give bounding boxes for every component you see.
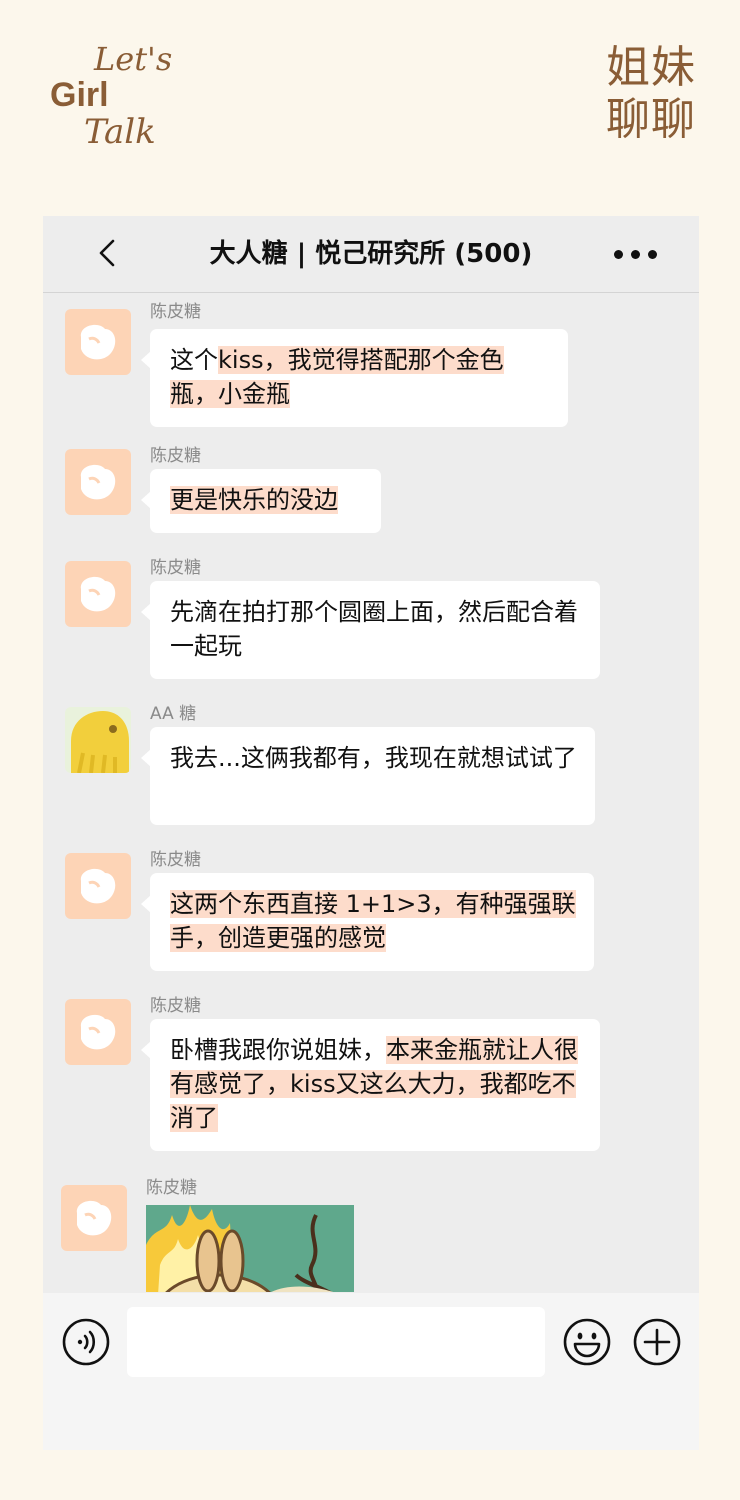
logo-line-talk: Talk — [84, 112, 156, 152]
message-text-highlight: 更是快乐的没边 — [170, 486, 338, 514]
avatar[interactable] — [61, 1185, 127, 1251]
sender-name: 陈皮糖 — [150, 558, 201, 578]
candy-avatar-icon — [80, 464, 116, 500]
more-button[interactable] — [607, 240, 663, 268]
message-input[interactable] — [127, 1307, 545, 1377]
candy-avatar-icon — [76, 1200, 112, 1236]
voice-button[interactable] — [61, 1317, 111, 1367]
chat-navbar: 大人糖 | 悦己研究所 (500) — [43, 216, 699, 293]
avatar[interactable] — [65, 707, 131, 773]
chat-screenshot: 大人糖 | 悦己研究所 (500) 陈皮糖 这个kiss，我觉得搭配那个金色瓶，… — [43, 216, 699, 1450]
message-bubble[interactable]: 更是快乐的没边 — [141, 469, 381, 533]
chevron-left-icon — [99, 239, 115, 267]
message-text: 我去...这俩我都有，我现在就想试试了 — [170, 744, 577, 772]
candy-avatar-icon — [80, 1014, 116, 1050]
sender-name: 陈皮糖 — [146, 1178, 197, 1198]
avatar[interactable] — [65, 999, 131, 1065]
more-dot — [630, 249, 640, 259]
sender-name: 陈皮糖 — [150, 850, 201, 870]
message-text: 先滴在拍打那个圆圈上面，然后配合着一起玩 — [170, 598, 578, 660]
more-dot — [613, 249, 623, 259]
candy-avatar-icon — [80, 868, 116, 904]
more-dot — [647, 249, 657, 259]
message-bubble[interactable]: 我去...这俩我都有，我现在就想试试了 — [141, 727, 595, 825]
message-text-highlight: kiss，我觉得搭配那个金色瓶，小金瓶 — [170, 346, 504, 408]
message-bubble[interactable]: 卧槽我跟你说姐妹，本来金瓶就让人很有感觉了，kiss又这么大力，我都吃不消了 — [141, 1019, 600, 1151]
emoji-icon — [563, 1318, 611, 1366]
section-title-line1: 姐妹 — [606, 42, 696, 93]
octopus-avatar-icon — [71, 711, 129, 773]
avatar[interactable] — [65, 561, 131, 627]
back-button[interactable] — [91, 236, 125, 270]
plus-button[interactable] — [632, 1317, 682, 1367]
sticker-image[interactable] — [146, 1205, 354, 1292]
sender-name: 陈皮糖 — [150, 446, 201, 466]
logo-line-lets: Let's — [94, 40, 173, 78]
message-bubble[interactable]: 这个kiss，我觉得搭配那个金色瓶，小金瓶 — [141, 329, 568, 427]
sender-name: 陈皮糖 — [150, 302, 201, 322]
voice-icon — [62, 1318, 110, 1366]
sender-name: AA 糖 — [150, 704, 197, 724]
chat-title: 大人糖 | 悦己研究所 (500) — [209, 239, 533, 269]
message-text: 卧槽我跟你说姐妹， — [170, 1036, 386, 1064]
emoji-button[interactable] — [562, 1317, 612, 1367]
message-bubble[interactable]: 先滴在拍打那个圆圈上面，然后配合着一起玩 — [141, 581, 600, 679]
lets-girl-talk-logo: Let's Girl Talk — [50, 40, 180, 160]
message-list[interactable]: 陈皮糖 这个kiss，我觉得搭配那个金色瓶，小金瓶 陈皮糖 更是快乐的没边 陈皮… — [43, 293, 699, 1292]
logo-line-girl: Girl — [50, 76, 109, 114]
avatar[interactable] — [65, 309, 131, 375]
sender-name: 陈皮糖 — [150, 996, 201, 1016]
avatar[interactable] — [65, 449, 131, 515]
message-text-highlight: 这两个东西直接 1+1>3，有种强强联手，创造更强的感觉 — [170, 890, 576, 952]
candy-avatar-icon — [80, 324, 116, 360]
section-title-line2: 聊聊 — [606, 94, 696, 145]
fire-rabbit-sticker-icon — [146, 1205, 354, 1292]
chat-input-bar — [43, 1293, 699, 1450]
candy-avatar-icon — [80, 576, 116, 612]
message-text: 这个 — [170, 346, 218, 374]
message-bubble[interactable]: 这两个东西直接 1+1>3，有种强强联手，创造更强的感觉 — [141, 873, 594, 971]
avatar[interactable] — [65, 853, 131, 919]
section-title-cn: 姐妹 聊聊 — [606, 42, 696, 146]
plus-icon — [633, 1318, 681, 1366]
